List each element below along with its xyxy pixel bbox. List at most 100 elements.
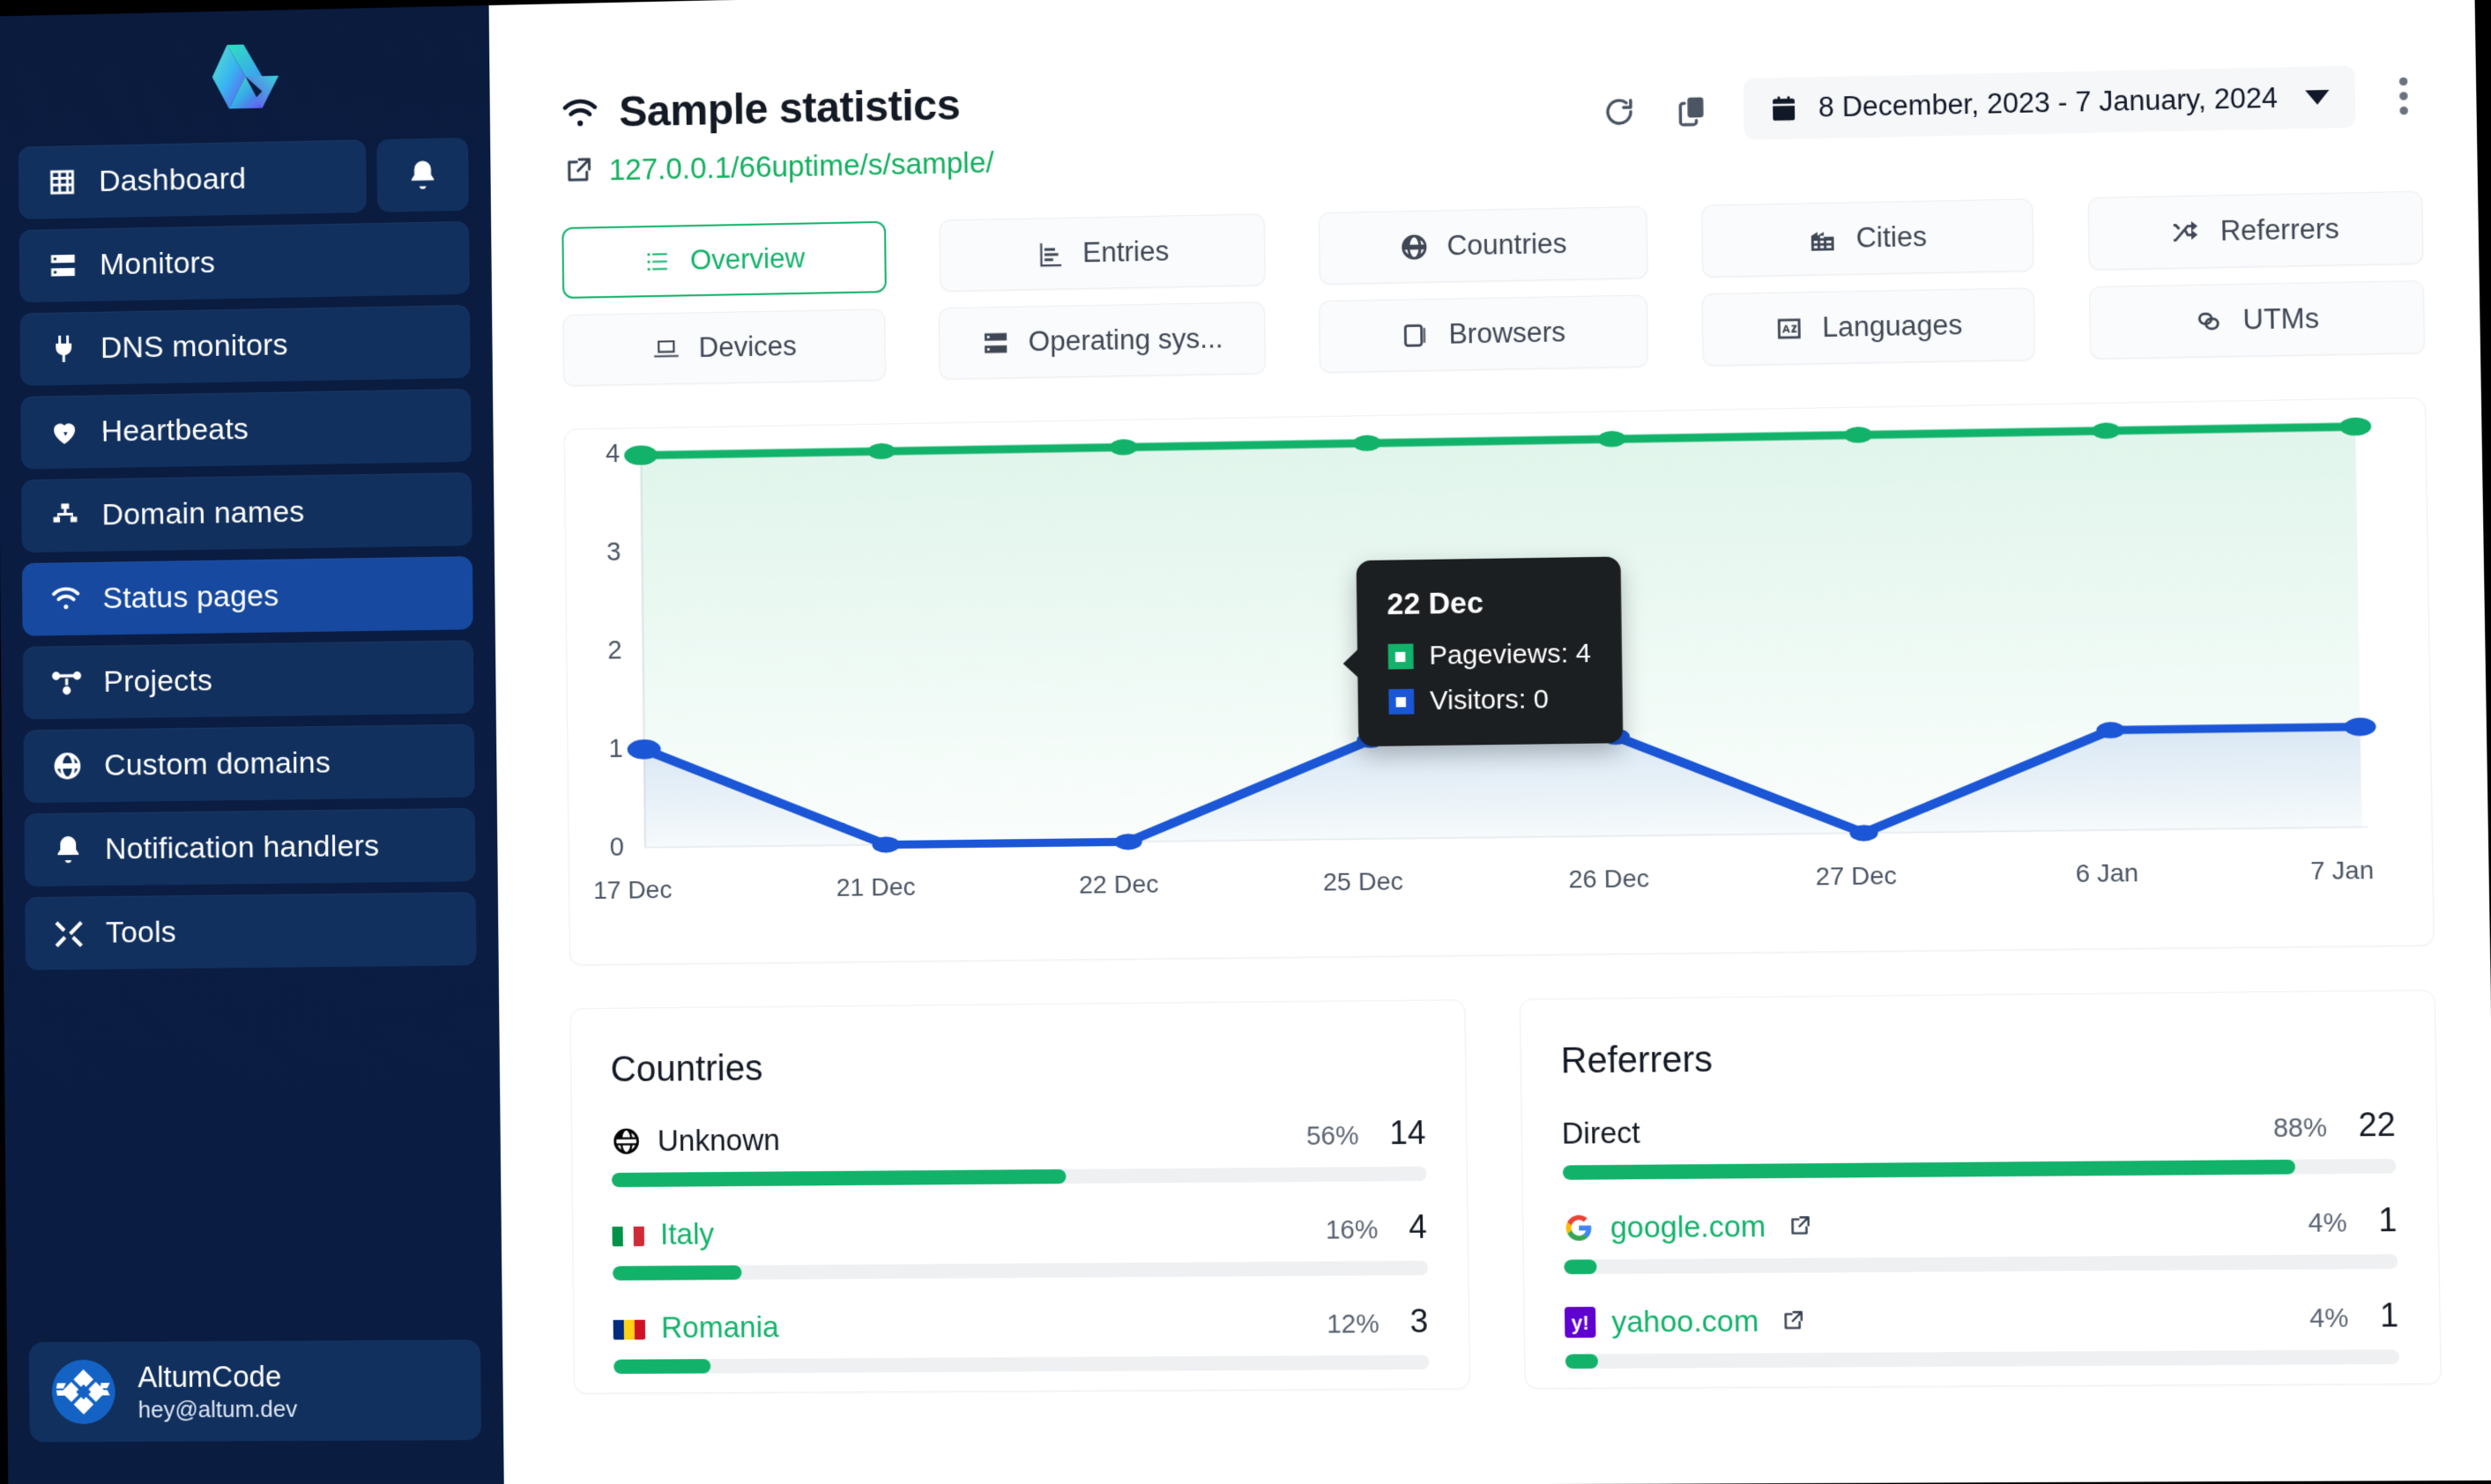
tab-overview[interactable]: Overview <box>561 220 887 299</box>
sitemap-icon <box>48 498 83 534</box>
sidebar-item-notification-handlers[interactable]: Notification handlers <box>24 807 476 887</box>
sidebar-item-label: Custom domains <box>104 745 331 783</box>
tab-label: Operating sys... <box>1028 322 1223 358</box>
list-item[interactable]: Italy 16% 4 <box>612 1207 1428 1281</box>
shuffle-icon <box>2174 220 2198 241</box>
sidebar-item-custom-domains[interactable]: Custom domains <box>23 723 475 804</box>
overview-chart-card: 4 3 2 1 0 17 Dec 21 Dec 22 Dec 25 Dec 26… <box>563 397 2435 966</box>
heartbeat-icon <box>47 414 82 450</box>
laptop-icon <box>653 339 679 357</box>
sidebar-item-heartbeats[interactable]: Heartbeats <box>20 389 472 470</box>
sidebar-item-dashboard[interactable]: Dashboard <box>18 139 368 219</box>
page-url: 127.0.0.1/66uptime/s/sample/ <box>608 145 994 187</box>
svg-text:y!: y! <box>1571 1311 1589 1334</box>
bottom-panels: Countries Unknown 56% 14 Italy 16% 4 Rom… <box>569 990 2442 1394</box>
list-item-values: 12% 3 <box>1327 1302 1429 1341</box>
x-tick-label: 25 Dec <box>1322 866 1404 896</box>
notifications-button[interactable] <box>376 137 469 212</box>
country-name-row: Italy <box>612 1217 714 1252</box>
avatar-pattern-icon <box>51 1359 115 1425</box>
list-item-values: 4% 1 <box>2308 1201 2398 1240</box>
count-label: 3 <box>1409 1302 1429 1340</box>
romania-flag-icon <box>613 1317 646 1340</box>
refresh-icon <box>1602 94 1637 130</box>
percent-label: 4% <box>2309 1303 2349 1334</box>
referrers-panel: Referrers Direct 88% 22 google.com 4% 1 … <box>1519 990 2442 1390</box>
count-label: 22 <box>2358 1105 2396 1144</box>
tab-devices[interactable]: Devices <box>562 308 887 387</box>
tab-languages[interactable]: Languages <box>1701 287 2035 367</box>
progress-bar <box>1565 1349 2399 1369</box>
tooltip-row-label: Pageviews: 4 <box>1429 638 1592 671</box>
list-item[interactable]: Unknown 56% 14 <box>611 1114 1427 1188</box>
tab-label: Languages <box>1821 308 1963 344</box>
sidebar-item-label: Tools <box>105 914 177 950</box>
main-content: Sample statistics 127.0.0.1/66uptime/s/s… <box>488 0 2491 1484</box>
tab-utms[interactable]: UTMs <box>2088 280 2426 360</box>
wifi-icon <box>562 98 597 126</box>
more-options-button[interactable] <box>2386 71 2421 121</box>
sidebar-row-dashboard: Dashboard <box>18 137 469 219</box>
sidebar-item-label: Monitors <box>99 245 216 282</box>
tab-label: Devices <box>698 330 798 364</box>
sidebar-item-projects[interactable]: Projects <box>22 640 474 720</box>
user-email: hey@altum.dev <box>138 1394 298 1423</box>
external-link-icon[interactable] <box>1788 1214 1811 1238</box>
tab-label: Overview <box>689 241 806 276</box>
count-label: 4 <box>1408 1207 1428 1246</box>
tooltip-row-pageviews: Pageviews: 4 <box>1387 638 1591 672</box>
y-tick-label: 3 <box>606 538 621 568</box>
tab-operating-systems[interactable]: Operating sys... <box>939 301 1266 380</box>
date-range-value: 8 December, 2023 - 7 January, 2024 <box>1818 81 2279 123</box>
altumcode-logo-icon <box>212 44 279 109</box>
sidebar-item-status-pages[interactable]: Status pages <box>21 556 473 636</box>
list-item-top: Direct 88% 22 <box>1561 1106 2396 1151</box>
page-header-actions: 8 December, 2023 - 7 January, 2024 <box>1598 49 2421 143</box>
plug-icon <box>46 330 81 367</box>
user-profile-card[interactable]: AltumCode hey@altum.dev <box>28 1339 482 1443</box>
globe-icon <box>613 1128 640 1154</box>
sidebar-item-monitors[interactable]: Monitors <box>19 220 470 303</box>
sidebar-item-label: Notification handlers <box>104 828 380 866</box>
country-name-row: Unknown <box>611 1123 780 1158</box>
tab-entries[interactable]: Entries <box>939 213 1266 292</box>
page-header-left: Sample statistics 127.0.0.1/66uptime/s/s… <box>561 80 994 189</box>
sidebar-item-tools[interactable]: Tools <box>25 892 477 970</box>
copy-button[interactable] <box>1670 89 1713 131</box>
referrer-name: yahoo.com <box>1611 1303 1759 1339</box>
page-url-row[interactable]: 127.0.0.1/66uptime/s/sample/ <box>563 145 994 188</box>
tab-cities[interactable]: Cities <box>1701 198 2034 278</box>
tab-label: UTMs <box>2242 302 2320 336</box>
list-item[interactable]: Direct 88% 22 <box>1561 1106 2397 1180</box>
country-name: Romania <box>660 1310 779 1345</box>
date-range-picker[interactable]: 8 December, 2023 - 7 January, 2024 <box>1743 65 2356 140</box>
list-item[interactable]: google.com 4% 1 <box>1563 1201 2398 1275</box>
project-icon <box>49 664 85 701</box>
sidebar-item-dns-monitors[interactable]: DNS monitors <box>19 304 471 386</box>
list-item[interactable]: Romania 12% 3 <box>613 1302 1429 1375</box>
sidebar-item-domain-names[interactable]: Domain names <box>21 472 472 553</box>
tab-browsers[interactable]: Browsers <box>1318 294 1649 374</box>
refresh-button[interactable] <box>1598 91 1640 133</box>
kebab-dot <box>2399 106 2408 115</box>
google-icon <box>1563 1213 1595 1243</box>
list-item[interactable]: y! yahoo.com 4% 1 <box>1564 1296 2399 1369</box>
external-link-icon <box>567 157 591 182</box>
sidebar-nav: Dashboard Monitors DNS monitors Heartbea… <box>18 137 477 970</box>
app-logo[interactable] <box>17 6 468 147</box>
list-item-top: Unknown 56% 14 <box>611 1114 1426 1159</box>
tab-countries[interactable]: Countries <box>1318 205 1648 285</box>
external-link-icon[interactable] <box>1781 1310 1804 1333</box>
sidebar-item-label: Status pages <box>102 578 279 615</box>
percent-label: 12% <box>1326 1310 1379 1339</box>
percent-label: 88% <box>2272 1113 2328 1144</box>
server-icon <box>984 332 1008 353</box>
user-name: AltumCode <box>138 1359 282 1393</box>
chart-area: 4 3 2 1 0 17 Dec 21 Dec 22 Dec 25 Dec 26… <box>565 398 2434 965</box>
tooltip-row-label: Visitors: 0 <box>1429 684 1550 716</box>
tooltip-row-visitors: Visitors: 0 <box>1387 684 1592 717</box>
tab-referrers[interactable]: Referrers <box>2087 190 2424 271</box>
y-tick-label: 4 <box>605 439 621 469</box>
list-item-top: Romania 12% 3 <box>613 1302 1428 1346</box>
page-title-row: Sample statistics <box>561 80 993 138</box>
